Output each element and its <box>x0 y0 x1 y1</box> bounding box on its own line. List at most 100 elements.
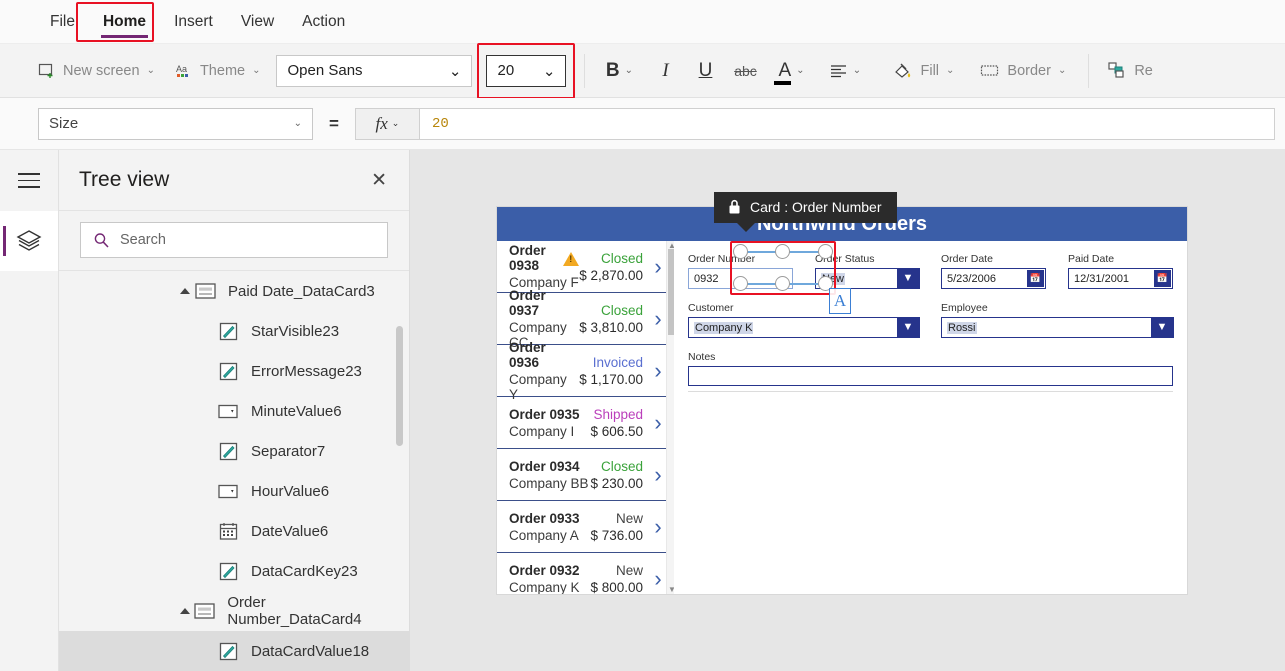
fill-button[interactable]: Fill ⌄ <box>883 51 964 91</box>
notes-input[interactable] <box>688 366 1173 386</box>
align-button[interactable]: ⌄ <box>817 52 873 90</box>
tree-node-starvisible23[interactable]: StarVisible23 <box>59 311 409 351</box>
property-select[interactable]: Size ⌄ <box>38 107 313 140</box>
text-resize-marker[interactable]: A <box>829 288 851 314</box>
close-icon[interactable]: ✕ <box>371 171 387 190</box>
employee-label: Employee <box>941 302 988 314</box>
calendar-icon <box>216 521 240 541</box>
gallery-item[interactable]: Order 0932 Company K New $ 800.00 › <box>497 553 674 595</box>
gallery-item[interactable]: Order 0938 Company F Closed $ 2,870.00 › <box>497 241 674 293</box>
resize-handle-ne[interactable] <box>818 244 833 259</box>
font-size-select[interactable]: 20 ⌄ <box>486 54 567 87</box>
gallery-item[interactable]: Order 0937 Company CC Closed $ 3,810.00 … <box>497 288 674 350</box>
calendar-icon[interactable]: 📅 <box>1154 270 1171 287</box>
order-number: Order 0937 <box>509 287 546 318</box>
gallery-item[interactable]: Order 0933 Company A New $ 736.00 › <box>497 501 674 553</box>
order-form: Order Number 0932 Order Status New ▼ Ord… <box>674 241 1187 594</box>
theme-button[interactable]: Aa Theme ⌄ <box>165 51 271 91</box>
formula-input[interactable]: 20 <box>418 107 1275 140</box>
font-size-value: 20 <box>497 62 515 79</box>
expand-toggle[interactable] <box>177 286 193 296</box>
gallery-item[interactable]: Order 0935 Company I Shipped $ 606.50 › <box>497 397 674 449</box>
tree-node-label: DataCardKey23 <box>251 562 358 580</box>
tree-node-label: Paid Date_DataCard3 <box>228 282 375 300</box>
tree-node-datacardvalue18[interactable]: DataCardValue18 <box>59 631 409 671</box>
label-edit-icon <box>216 321 240 341</box>
tree-node-order-number-datacard4[interactable]: Order Number_DataCard4 <box>59 591 409 631</box>
hamburger-icon <box>18 168 40 193</box>
border-icon <box>981 64 999 76</box>
border-button[interactable]: Border ⌄ <box>970 51 1076 91</box>
italic-button[interactable]: I <box>645 52 685 90</box>
equals-sign: = <box>329 113 339 133</box>
calendar-icon[interactable]: 📅 <box>1027 270 1044 287</box>
resize-handle-s[interactable] <box>775 276 790 291</box>
notes-card[interactable]: Notes <box>688 351 1173 386</box>
search-box[interactable] <box>80 222 388 258</box>
resize-handle-sw[interactable] <box>733 276 748 291</box>
company-name: Company I <box>509 423 575 439</box>
order-number-value: 0932 <box>694 272 719 285</box>
tree-node-datevalue6[interactable]: DateValue6 <box>59 511 409 551</box>
tree-node-separator7[interactable]: Separator7 <box>59 431 409 471</box>
gallery-item[interactable]: Order 0934 Company BB Closed $ 230.00 › <box>497 449 674 501</box>
order-date-card[interactable]: Order Date 5/23/2006 📅 <box>941 253 1046 289</box>
tree-node-minutevalue6[interactable]: MinuteValue6 <box>59 391 409 431</box>
fx-icon: fx <box>375 113 388 133</box>
tree-node-paid-date-datacard3[interactable]: Paid Date_DataCard3 <box>59 271 409 311</box>
customer-card[interactable]: Customer Company K ▼ <box>688 302 920 338</box>
tree-node-label: HourValue6 <box>251 482 330 500</box>
tree-scrollbar-thumb[interactable] <box>396 326 403 446</box>
resize-handle-nw[interactable] <box>733 244 748 259</box>
app-preview: Northwind Orders Order 0938 Company F <box>497 207 1187 594</box>
tree-node-label: Separator7 <box>251 442 326 460</box>
lock-icon <box>729 199 740 214</box>
bold-button[interactable]: B ⌄ <box>593 52 645 90</box>
fx-button[interactable]: fx ⌄ <box>354 107 419 140</box>
reorder-button[interactable]: Re <box>1097 51 1163 91</box>
warning-icon <box>563 252 580 266</box>
font-color-icon: A <box>778 59 792 81</box>
menu-item-home[interactable]: Home <box>89 0 160 44</box>
order-date-input[interactable]: 5/23/2006 📅 <box>941 268 1046 289</box>
tree-node-hourvalue6[interactable]: HourValue6 <box>59 471 409 511</box>
status-badge: New <box>615 562 643 578</box>
paid-date-card[interactable]: Paid Date 12/31/2001 📅 <box>1068 253 1173 289</box>
chevron-down-icon: ⌄ <box>542 62 556 80</box>
rail-item-tree-view[interactable] <box>0 211 58 271</box>
new-screen-button[interactable]: New screen ⌄ <box>28 51 165 91</box>
font-color-button[interactable]: A ⌄ <box>765 52 817 90</box>
customer-dropdown[interactable]: Company K ▼ <box>688 316 920 338</box>
theme-label: Theme <box>199 62 246 79</box>
canvas-area: Northwind Orders Order 0938 Company F <box>410 150 1285 671</box>
expand-toggle[interactable] <box>177 606 192 616</box>
font-family-select[interactable]: Open Sans ⌄ <box>276 54 473 87</box>
chevron-down-icon[interactable]: ▼ <box>896 316 920 338</box>
notes-label: Notes <box>688 351 716 363</box>
selection-overlay <box>733 243 833 291</box>
order-number: Order 0936 <box>509 339 546 370</box>
underline-button[interactable]: U <box>685 52 725 90</box>
tree-node-list: Paid Date_DataCard3 StarVisible23 ErrorM… <box>59 271 409 671</box>
ribbon-divider-2 <box>1088 53 1090 88</box>
tree-node-datacardkey23[interactable]: DataCardKey23 <box>59 551 409 591</box>
menu-item-insert[interactable]: Insert <box>160 0 227 44</box>
tree-node-errormessage23[interactable]: ErrorMessage23 <box>59 351 409 391</box>
chevron-down-icon <box>179 608 190 614</box>
gallery-item[interactable]: Order 0936 Company Y Invoiced $ 1,170.00… <box>497 340 674 402</box>
employee-card[interactable]: Employee Rossi ▼ <box>941 302 1174 338</box>
chevron-down-icon[interactable]: ▼ <box>1150 316 1174 338</box>
chevron-down-icon[interactable]: ▼ <box>896 267 920 289</box>
rail-menu-button[interactable] <box>0 150 58 211</box>
employee-dropdown[interactable]: Rossi ▼ <box>941 316 1174 338</box>
menu-item-action[interactable]: Action <box>288 0 359 44</box>
strikethrough-button[interactable]: abc <box>725 52 765 90</box>
resize-handle-n[interactable] <box>775 244 790 259</box>
search-input[interactable] <box>120 232 375 248</box>
menu-item-view[interactable]: View <box>227 0 288 44</box>
ribbon-divider <box>584 53 586 88</box>
menu-item-file[interactable]: File <box>36 0 89 44</box>
gallery-scrollbar[interactable]: ▲ ▼ <box>666 241 676 594</box>
paid-date-input[interactable]: 12/31/2001 📅 <box>1068 268 1173 289</box>
chevron-down-icon: ⌄ <box>852 65 862 76</box>
